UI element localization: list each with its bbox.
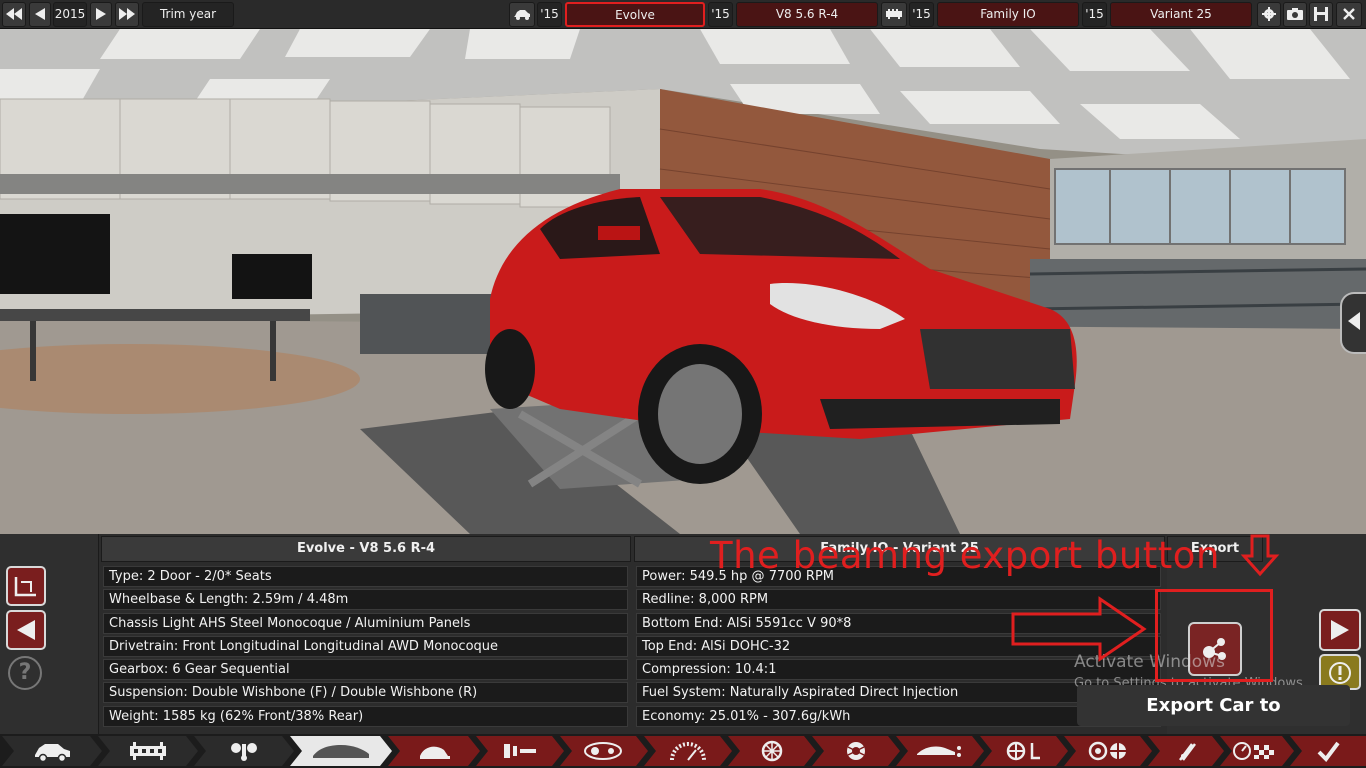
nav-tab-tuning[interactable] (1148, 736, 1224, 766)
model-selector-button[interactable] (509, 2, 535, 27)
measure-icon (14, 577, 36, 597)
annotation-right-arrow-icon (1011, 596, 1147, 662)
body-icon (311, 740, 371, 762)
engine-icon (886, 9, 902, 19)
settings-button[interactable] (1257, 2, 1281, 27)
family-name-field[interactable]: Family IO (937, 2, 1079, 27)
lights-icon (581, 740, 627, 762)
nav-tab-interior[interactable] (388, 736, 480, 766)
side-panel-toggle[interactable] (1340, 292, 1366, 354)
car-spec-weight: Weight: 1585 kg (62% Front/38% Rear) (103, 705, 628, 727)
year-prev-button[interactable] (29, 2, 51, 27)
warning-icon (1329, 662, 1351, 684)
brake-icon (844, 740, 868, 762)
screenshot-button[interactable] (1283, 2, 1307, 27)
top-toolbar: 2015 Trim year '15 Evolve '15 V8 5.6 R-4… (0, 0, 1366, 29)
year-next-button[interactable] (90, 2, 112, 27)
confirm-icon (1317, 741, 1340, 762)
gear-icon (1262, 7, 1276, 21)
engine-family-button[interactable] (881, 2, 907, 27)
nav-tab-suspension[interactable] (980, 736, 1068, 766)
fast-forward-icon (119, 8, 135, 20)
chevron-left-icon (1348, 312, 1360, 330)
tuning-icon (1174, 740, 1198, 762)
nav-tab-confirm[interactable] (1290, 736, 1366, 766)
app-window: 2015 Trim year '15 Evolve '15 V8 5.6 R-4… (0, 0, 1366, 768)
close-button[interactable] (1336, 2, 1362, 27)
model-name-field[interactable]: Evolve (565, 2, 705, 27)
nav-tab-chassis[interactable] (98, 736, 198, 766)
prev-icon (35, 8, 45, 20)
suspension-icon (1004, 740, 1044, 762)
variant-name-field[interactable]: Variant 25 (1110, 2, 1252, 27)
next-icon (96, 8, 106, 20)
nav-tab-drivetrain[interactable] (194, 736, 294, 766)
engine-year-tag: '15 (708, 2, 733, 27)
camera-icon (1287, 8, 1303, 20)
nav-tab-body[interactable] (290, 736, 392, 766)
left-button-column: ? (0, 534, 99, 734)
save-icon (1314, 7, 1328, 21)
rewind-icon (6, 8, 22, 20)
help-button[interactable]: ? (8, 656, 42, 690)
wheel-icon (760, 740, 784, 762)
nav-tab-car[interactable] (2, 736, 102, 766)
save-button[interactable] (1309, 2, 1333, 27)
nav-tab-fixtures[interactable] (476, 736, 564, 766)
year-first-button[interactable] (2, 2, 26, 27)
aero-icon (915, 740, 965, 762)
nav-tab-brakes[interactable] (812, 736, 900, 766)
nav-tab-aero[interactable] (896, 736, 984, 766)
family-year-tag: '15 (909, 2, 934, 27)
drivetrain-icon (224, 740, 264, 762)
info-panel: ? Evolve - V8 5.6 R-4 Family IO - Varian… (0, 534, 1366, 757)
car-spec-chassis: Chassis Light AHS Steel Monocoque / Alum… (103, 612, 628, 634)
fixture-icon (500, 740, 540, 762)
annotation-down-arrow-icon (1240, 534, 1280, 577)
engine-name-field[interactable]: V8 5.6 R-4 (736, 2, 878, 27)
year-display: 2015 (53, 2, 87, 27)
annotation-label: The beamng export button (710, 534, 1220, 577)
test-track-icon (1232, 740, 1282, 762)
close-icon (1343, 8, 1355, 20)
next-button[interactable] (1319, 609, 1361, 651)
nav-tab-steering[interactable] (1064, 736, 1152, 766)
garage-scene (0, 29, 1366, 534)
car-spec-drivetrain: Drivetrain: Front Longitudinal Longitudi… (103, 635, 628, 657)
year-last-button[interactable] (115, 2, 139, 27)
car-icon (514, 10, 530, 20)
variant-year-tag: '15 (1082, 2, 1107, 27)
chassis-icon (128, 740, 168, 762)
gauge-icon (668, 740, 708, 762)
car-spec-type: Type: 2 Door - 2/0* Seats (103, 566, 628, 587)
car-panel-title: Evolve - V8 5.6 R-4 (101, 536, 631, 562)
interior-icon (414, 740, 454, 762)
trim-year-label[interactable]: Trim year (142, 2, 234, 27)
nav-tab-wheels[interactable] (728, 736, 816, 766)
back-button[interactable] (6, 610, 46, 650)
car-spec-gearbox: Gearbox: 6 Gear Sequential (103, 659, 628, 681)
car-spec-wheelbase: Wheelbase & Length: 2.59m / 4.48m (103, 589, 628, 611)
bottom-navigation (0, 734, 1366, 768)
car-spec-suspension: Suspension: Double Wishbone (F) / Double… (103, 682, 628, 704)
nav-tab-lights[interactable] (560, 736, 648, 766)
car-3d-viewport[interactable] (0, 29, 1366, 534)
dimension-button[interactable] (6, 566, 46, 606)
nav-tab-test-track[interactable] (1220, 736, 1294, 766)
steering-icon (1086, 740, 1130, 762)
car-spec-list: Type: 2 Door - 2/0* Seats Wheelbase & Le… (103, 566, 628, 729)
export-tooltip: Export Car to BeamNG.drive (1077, 685, 1350, 757)
car-icon (32, 740, 72, 762)
annotation-highlight-box (1155, 589, 1273, 682)
arrow-left-icon (17, 620, 35, 640)
nav-tab-gauges[interactable] (644, 736, 732, 766)
arrow-right-icon (1331, 620, 1349, 640)
model-year-tag: '15 (537, 2, 562, 27)
